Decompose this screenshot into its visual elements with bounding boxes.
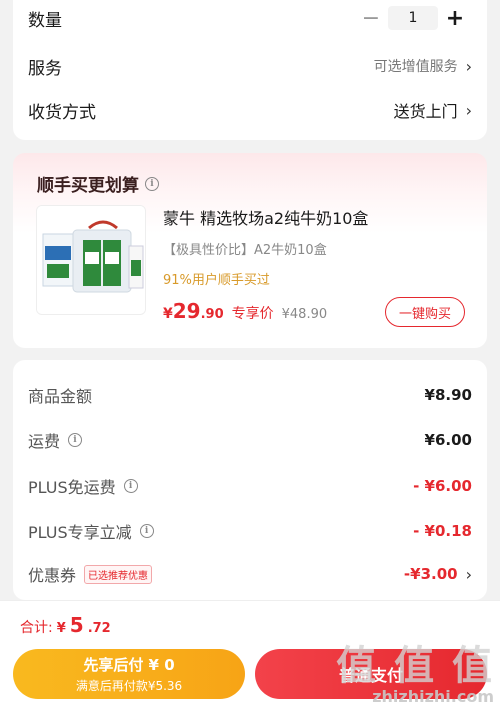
product-image[interactable] (36, 205, 146, 315)
coupon-value: -¥3.00 (403, 565, 458, 583)
upsell-title-group: 顺手买更划算 i (37, 171, 159, 196)
decrease-button[interactable]: − (354, 6, 388, 31)
plus-discount-value: - ¥0.18 (413, 522, 472, 540)
service-label: 服务 (28, 58, 62, 79)
shipping-value: ¥6.00 (424, 431, 472, 449)
coupon-label-group: 优惠券 已选推荐优惠 (28, 562, 153, 586)
standard-pay-button[interactable]: 普通支付 (255, 649, 487, 699)
info-icon[interactable]: i (139, 524, 154, 538)
price-summary-card: 商品金额 ¥8.90 运费 i ¥6.00 PLUS免运费 i - ¥6.00 … (13, 360, 487, 600)
plus-discount-label: PLUS专享立减 (28, 523, 132, 542)
summary-row-coupon[interactable]: 优惠券 已选推荐优惠 -¥3.00 › (28, 561, 472, 587)
info-icon[interactable]: i (123, 479, 138, 493)
service-row[interactable]: 服务 可选增值服务 › (28, 52, 472, 80)
service-link: 可选增值服务 › (374, 56, 472, 76)
one-click-buy-button[interactable]: 一键购买 (385, 297, 465, 327)
plus-free-shipping-value: - ¥6.00 (413, 477, 472, 495)
summary-row-goods: 商品金额 ¥8.90 (28, 382, 472, 408)
pay-later-subtitle: 满意后再付款¥5.36 (75, 679, 183, 693)
delivery-value: 送货上门 (393, 102, 458, 121)
total-currency: ¥ (56, 621, 66, 636)
original-price: ¥48.90 (281, 307, 328, 322)
price-decimal: .90 (200, 307, 224, 322)
upsell-title: 顺手买更划算 (37, 176, 139, 196)
total-label: 合计: (20, 620, 53, 636)
summary-row-shipping: 运费 i ¥6.00 (28, 427, 472, 453)
info-icon[interactable]: i (145, 176, 159, 191)
coupon-badge: 已选推荐优惠 (84, 564, 153, 584)
quantity-stepper[interactable]: − 1 + (354, 6, 472, 31)
total-decimal: .72 (87, 621, 111, 636)
product-subtitle: 【极具性价比】A2牛奶10盒 (163, 243, 327, 258)
chevron-right-icon: › (465, 100, 472, 120)
goods-amount-value: ¥8.90 (424, 386, 472, 404)
goods-amount-label: 商品金额 (28, 387, 93, 406)
coupon-link: -¥3.00 › (404, 565, 472, 584)
order-options-card: 数量 − 1 + 服务 可选增值服务 › 收货方式 送货上门 › (13, 0, 487, 140)
pay-later-button[interactable]: 先享后付 ¥ 0 满意后再付款¥5.36 (13, 649, 245, 699)
chevron-right-icon: › (465, 564, 472, 584)
summary-row-plus-discount: PLUS专享立减 i - ¥0.18 (28, 518, 472, 544)
pay-later-title: 先享后付 ¥ 0 (83, 656, 175, 674)
chevron-right-icon: › (465, 56, 472, 76)
coupon-label: 优惠券 (28, 566, 77, 585)
price-currency: ¥ (163, 306, 173, 322)
quantity-input[interactable]: 1 (388, 6, 438, 30)
quantity-label: 数量 (28, 10, 62, 31)
plus-free-shipping-label: PLUS免运费 (28, 478, 116, 497)
plus-shipping-label-group: PLUS免运费 i (28, 474, 138, 498)
price-tag: 专享价 (231, 306, 274, 322)
delivery-link: 送货上门 › (394, 98, 472, 122)
milk-box-illustration (37, 206, 145, 314)
increase-button[interactable]: + (438, 6, 472, 31)
price-integer: 29 (172, 299, 201, 323)
product-price: ¥29.90 专享价 ¥48.90 (163, 299, 327, 323)
upsell-card: 顺手买更划算 i 蒙牛 精选牧场a2纯牛奶10盒 【极具性价比】A2牛奶10盒 … (13, 153, 487, 348)
order-total: 合计: ¥5.72 (20, 613, 111, 637)
product-purchase-rate: 91%用户顺手买过 (163, 273, 270, 288)
delivery-label: 收货方式 (28, 102, 96, 123)
plus-discount-label-group: PLUS专享立减 i (28, 519, 154, 543)
service-value: 可选增值服务 (373, 59, 458, 75)
checkout-footer: 合计: ¥5.72 先享后付 ¥ 0 满意后再付款¥5.36 普通支付 值 值 … (0, 600, 500, 710)
shipping-label-group: 运费 i (28, 428, 83, 452)
total-integer: 5 (69, 613, 84, 637)
delivery-row[interactable]: 收货方式 送货上门 › (28, 96, 472, 124)
summary-row-plus-shipping: PLUS免运费 i - ¥6.00 (28, 473, 472, 499)
product-name[interactable]: 蒙牛 精选牧场a2纯牛奶10盒 (163, 205, 368, 229)
quantity-row: 数量 − 1 + (28, 4, 472, 32)
info-icon[interactable]: i (68, 433, 83, 447)
shipping-label: 运费 (28, 432, 61, 451)
